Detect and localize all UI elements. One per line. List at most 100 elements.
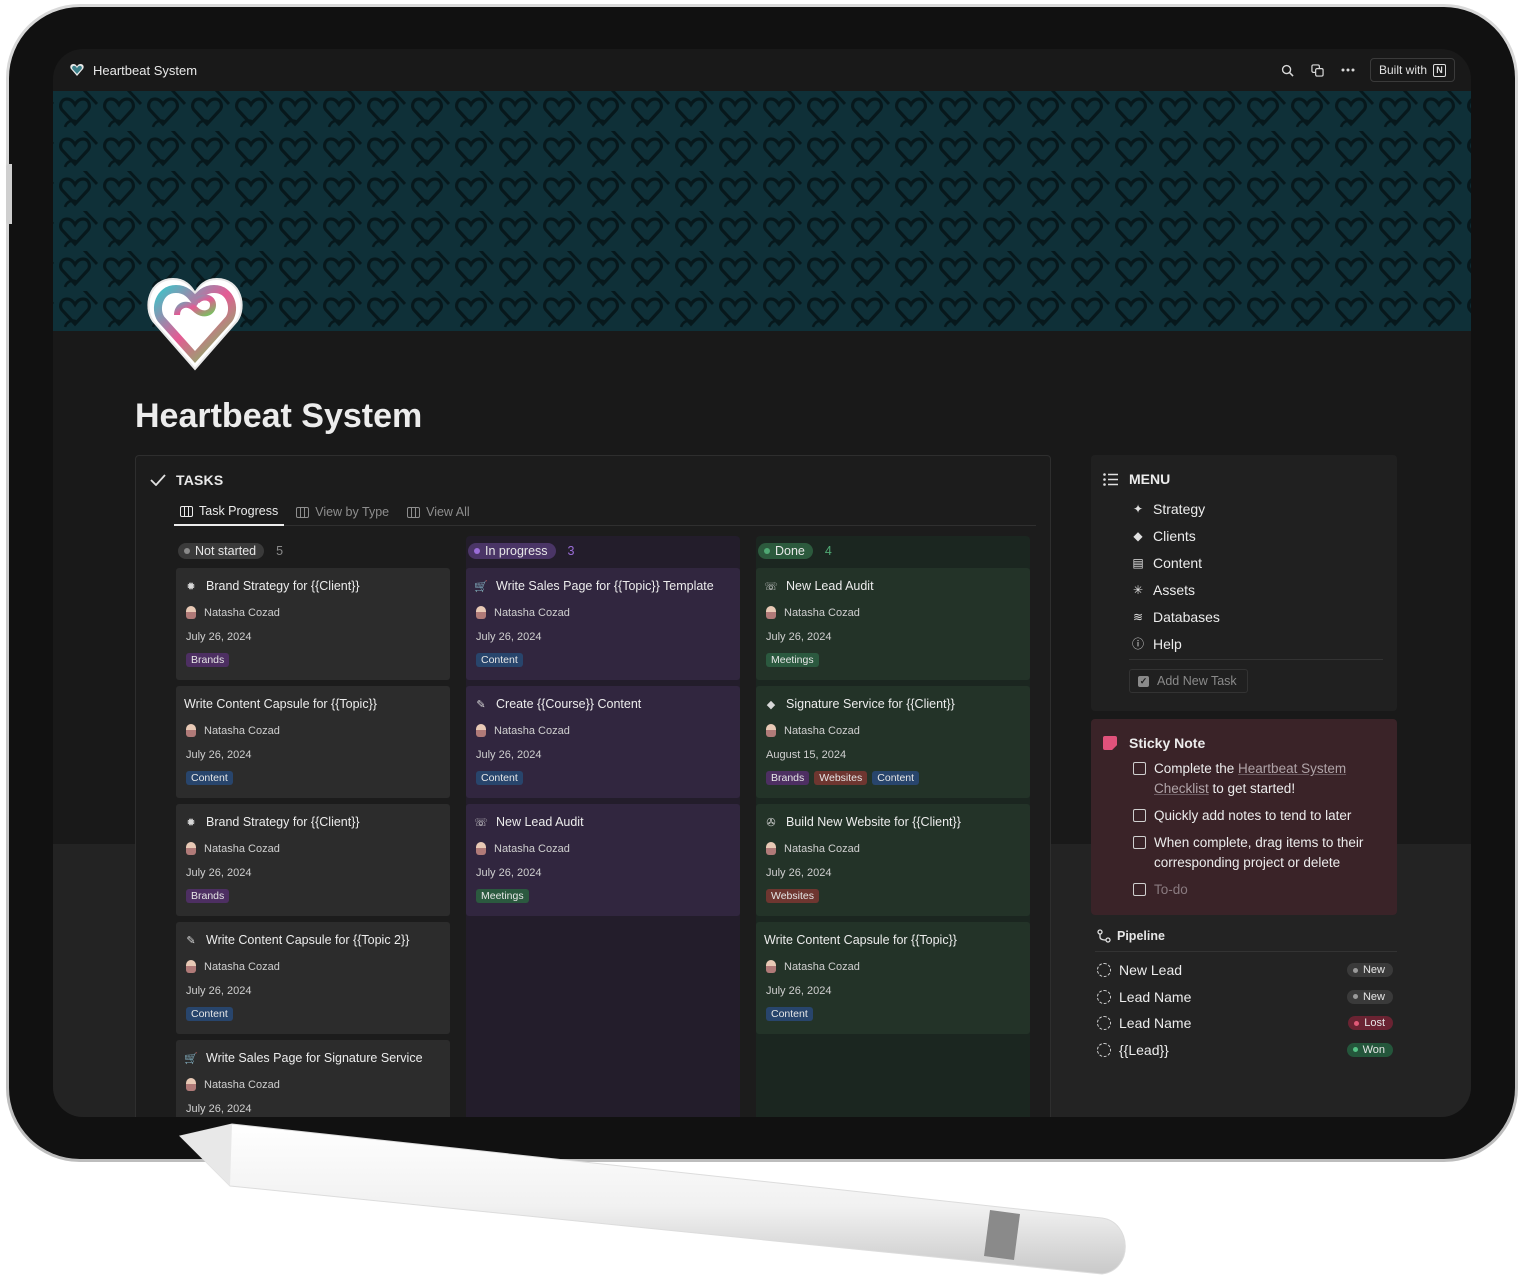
todo-item: Complete the Heartbeat System Checklist …	[1133, 759, 1383, 799]
search-icon[interactable]	[1280, 62, 1296, 78]
strategy-icon: ✹	[186, 816, 196, 829]
status-dot	[764, 548, 770, 554]
card-title: ✹ Brand Strategy for {{Client}}	[184, 814, 442, 830]
add-task-label: Add New Task	[1157, 674, 1237, 688]
page-title: Heartbeat System	[135, 397, 423, 435]
tag: Content	[766, 1007, 813, 1021]
avatar	[766, 606, 776, 619]
menu-heading-label: MENU	[1129, 471, 1171, 487]
tab-task-progress[interactable]: Task Progress	[174, 498, 285, 526]
card-title: ✎ Create {{Course}} Content	[474, 696, 732, 712]
tag: Meetings	[476, 889, 529, 903]
database-icon: ≋	[1132, 609, 1144, 624]
status-badge: New	[1346, 989, 1393, 1004]
check-icon	[150, 474, 166, 486]
tab-view-by-type[interactable]: View by Type	[290, 498, 395, 526]
pipeline-row[interactable]: Lead Name Lost	[1097, 1010, 1393, 1037]
pipeline-row[interactable]: Lead Name New	[1097, 984, 1393, 1011]
avatar	[186, 724, 196, 737]
menu-heading: MENU	[1103, 471, 1170, 487]
task-card[interactable]: Write Content Capsule for {{Topic}} Nata…	[756, 922, 1030, 1034]
todo-checkbox[interactable]	[1133, 762, 1146, 775]
tag: Brands	[186, 653, 230, 667]
task-card[interactable]: ✹ Brand Strategy for {{Client}} Natasha C…	[176, 804, 450, 916]
lead-icon	[1097, 963, 1111, 978]
todo-checkbox[interactable]	[1133, 836, 1146, 849]
tag: Websites	[814, 771, 868, 785]
pipeline-heading-label: Pipeline	[1117, 929, 1165, 943]
menu-item-clients[interactable]: ◆ Clients	[1131, 522, 1220, 549]
task-card[interactable]: ☏ New Lead Audit Natasha Cozad July 26, 2…	[756, 568, 1030, 680]
due-date: July 26, 2024	[476, 867, 542, 879]
tab-label: View All	[426, 505, 470, 519]
task-card[interactable]: Write Content Capsule for {{Topic}} Nata…	[176, 686, 450, 798]
breadcrumb[interactable]: Heartbeat System	[69, 62, 197, 78]
tag-list: Content	[474, 771, 732, 785]
task-card[interactable]: ✎ Write Content Capsule for {{Topic 2}} N…	[176, 922, 450, 1034]
todo-checkbox[interactable]	[1133, 809, 1146, 822]
kanban-board: Not started 5 ✹ Brand Strategy for {{Client…	[176, 536, 1036, 1117]
edit-icon: ✎	[476, 698, 486, 711]
add-new-task-button[interactable]: ✓ Add New Task	[1129, 669, 1248, 693]
pipeline-heading[interactable]: Pipeline	[1097, 929, 1165, 943]
task-card[interactable]: ☏ New Lead Audit Natasha Cozad July 26, 2…	[466, 804, 740, 916]
due-date: July 26, 2024	[186, 631, 252, 643]
task-card[interactable]: ✇ Build New Website for {{Client}} Natash…	[756, 804, 1030, 916]
menu-item-help[interactable]: ⓘ Help	[1131, 630, 1220, 657]
built-with-label: Built with	[1378, 63, 1427, 77]
lead-icon	[1097, 1016, 1111, 1031]
menu-item-content[interactable]: ▤ Content	[1131, 549, 1220, 576]
tag-list: Meetings	[474, 889, 732, 903]
status-dot	[1352, 994, 1358, 1000]
tab-view-all[interactable]: View All	[401, 498, 476, 526]
task-card[interactable]: ✹ Brand Strategy for {{Client}} Natasha C…	[176, 568, 450, 680]
todo-checkbox[interactable]	[1133, 883, 1146, 896]
card-title: 🛒 Write Sales Page for Signature Service	[184, 1051, 423, 1065]
assignee: Natasha Cozad	[184, 1078, 442, 1091]
status-badge: New	[1346, 963, 1393, 978]
built-with-button[interactable]: Built with N	[1369, 58, 1455, 82]
task-card[interactable]: 🛒 Write Sales Page for {{Topic}} Template…	[466, 568, 740, 680]
board-icon	[296, 506, 310, 518]
todo-text: Complete the Heartbeat System Checklist …	[1154, 761, 1347, 796]
todo-text: When complete, drag items to their corre…	[1154, 835, 1364, 870]
todo-item-empty[interactable]: To-do	[1133, 880, 1383, 900]
tag-list: Brands Websites Content	[764, 771, 1022, 785]
tab-label: Task Progress	[199, 504, 279, 518]
task-card[interactable]: ◆ Signature Service for {{Client}} Natash…	[756, 686, 1030, 798]
heart-pattern-cover	[53, 91, 1471, 331]
stylus-pencil	[179, 1123, 1126, 1275]
notion-page: Heartbeat System Built with N Heartbeat …	[53, 49, 1471, 1117]
topbar-tools: Built with N	[1280, 58, 1455, 82]
board-icon	[180, 505, 193, 517]
duplicate-icon[interactable]	[1310, 62, 1326, 78]
column-count: 4	[824, 544, 832, 558]
column-count: 5	[276, 544, 284, 558]
board-column: Done 4 ☏ New Lead Audit Natasha Cozad July …	[756, 536, 1030, 1117]
menu-list: ✦ Strategy ◆ Clients ▤ Content ✳ Assets ≋ Dat…	[1131, 495, 1220, 657]
list-icon	[1103, 472, 1118, 486]
tag: Content	[476, 771, 523, 785]
table-icon	[407, 506, 421, 518]
tag-list: Content	[184, 1007, 442, 1021]
task-card[interactable]: 🛒 Write Sales Page for Signature Service …	[176, 1040, 450, 1117]
tag-list: Brands	[184, 889, 442, 903]
pipeline-row[interactable]: {{Lead}} Won	[1097, 1037, 1393, 1064]
asterisk-icon: ✳	[1132, 582, 1144, 597]
due-date: July 26, 2024	[766, 985, 832, 997]
card-title: 🛒 Write Sales Page for {{Topic}} Template	[474, 579, 714, 593]
status-dot	[1354, 1020, 1360, 1026]
card-title: Write Content Capsule for {{Topic}}	[764, 933, 957, 947]
view-tabs: Task Progress View by Type View All	[174, 498, 1036, 526]
menu-item-strategy[interactable]: ✦ Strategy	[1131, 495, 1220, 522]
sticky-note-icon	[1103, 736, 1117, 750]
menu-item-assets[interactable]: ✳ Assets	[1131, 576, 1220, 603]
sparkle-icon: ✦	[1132, 501, 1144, 516]
tag: Websites	[766, 889, 819, 903]
menu-item-databases[interactable]: ≋ Databases	[1131, 603, 1220, 630]
more-icon[interactable]	[1340, 62, 1356, 78]
phone-icon: ☏	[764, 580, 778, 593]
pipeline-row[interactable]: New Lead New	[1097, 957, 1393, 984]
task-card[interactable]: ✎ Create {{Course}} Content Natasha Cozad…	[466, 686, 740, 798]
avatar	[476, 606, 486, 619]
